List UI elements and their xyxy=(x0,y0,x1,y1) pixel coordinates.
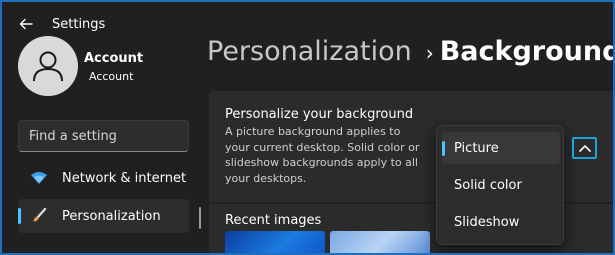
breadcrumb-separator: › xyxy=(425,41,434,65)
wifi-icon xyxy=(28,171,50,185)
selection-indicator xyxy=(442,141,445,156)
sidebar-scrollbar[interactable] xyxy=(199,207,201,229)
breadcrumb-current: Background xyxy=(439,36,615,67)
avatar[interactable] xyxy=(18,36,78,96)
collapse-button[interactable] xyxy=(572,137,597,159)
brush-icon xyxy=(28,208,50,224)
background-type-dropdown: Picture Solid color Slideshow xyxy=(436,125,564,245)
recent-image-thumbnail[interactable] xyxy=(225,231,325,255)
page-title: Personalization › Background xyxy=(207,36,615,67)
account-name: Account xyxy=(84,51,144,66)
sidebar-item-label: Network & internet xyxy=(62,170,187,186)
recent-image-thumbnail[interactable] xyxy=(330,231,430,255)
option-slideshow[interactable]: Slideshow xyxy=(442,206,560,238)
card-description: A picture background applies to your cur… xyxy=(225,125,420,185)
breadcrumb-parent[interactable]: Personalization xyxy=(207,36,412,67)
option-solid-color[interactable]: Solid color xyxy=(442,169,560,201)
chevron-up-icon xyxy=(578,145,591,152)
app-title: Settings xyxy=(52,17,106,32)
back-arrow-icon xyxy=(19,18,33,30)
card-title: Personalize your background xyxy=(225,107,414,122)
option-label: Picture xyxy=(454,140,499,156)
recent-images-title: Recent images xyxy=(225,213,322,228)
account-subtitle: Account xyxy=(89,70,134,83)
search-input[interactable] xyxy=(18,120,189,152)
sidebar-item-personalization[interactable]: Personalization xyxy=(18,199,189,233)
sidebar-item-network[interactable]: Network & internet xyxy=(18,161,189,195)
back-button[interactable] xyxy=(16,14,36,34)
option-label: Solid color xyxy=(454,177,522,193)
option-picture[interactable]: Picture xyxy=(442,132,560,164)
sidebar-item-label: Personalization xyxy=(62,208,161,224)
active-indicator xyxy=(18,208,21,224)
option-label: Slideshow xyxy=(454,214,520,230)
user-icon xyxy=(33,51,63,82)
